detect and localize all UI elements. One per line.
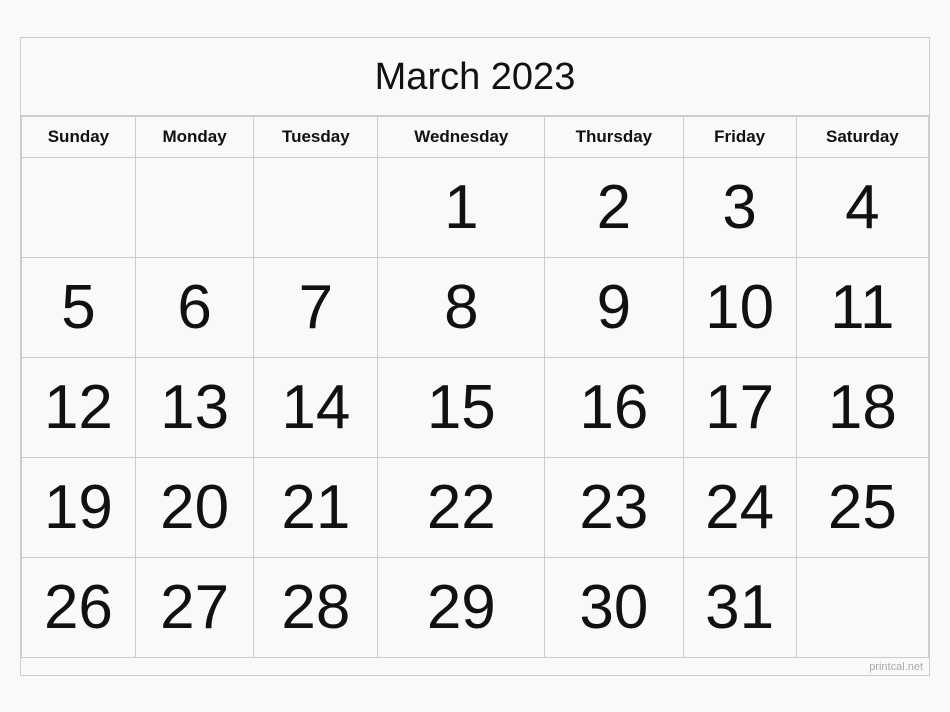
day-cell-13: 13 — [135, 357, 253, 457]
day-cell-7: 7 — [254, 257, 378, 357]
calendar-grid: SundayMondayTuesdayWednesdayThursdayFrid… — [21, 116, 929, 658]
day-header-tuesday: Tuesday — [254, 116, 378, 157]
day-cell-4: 4 — [796, 157, 928, 257]
day-header-monday: Monday — [135, 116, 253, 157]
week-row-0: 1234 — [22, 157, 929, 257]
day-header-wednesday: Wednesday — [378, 116, 545, 157]
day-cell-5: 5 — [22, 257, 136, 357]
day-cell-3: 3 — [683, 157, 796, 257]
day-cell-27: 27 — [135, 557, 253, 657]
day-cell-18: 18 — [796, 357, 928, 457]
day-cell-25: 25 — [796, 457, 928, 557]
day-header-saturday: Saturday — [796, 116, 928, 157]
week-row-2: 12131415161718 — [22, 357, 929, 457]
empty-cell — [254, 157, 378, 257]
day-cell-24: 24 — [683, 457, 796, 557]
day-cell-21: 21 — [254, 457, 378, 557]
day-cell-20: 20 — [135, 457, 253, 557]
day-cell-1: 1 — [378, 157, 545, 257]
day-cell-28: 28 — [254, 557, 378, 657]
day-cell-26: 26 — [22, 557, 136, 657]
day-cell-14: 14 — [254, 357, 378, 457]
day-header-sunday: Sunday — [22, 116, 136, 157]
week-row-4: 262728293031 — [22, 557, 929, 657]
day-cell-17: 17 — [683, 357, 796, 457]
day-cell-22: 22 — [378, 457, 545, 557]
day-cell-23: 23 — [545, 457, 683, 557]
calendar-container: March 2023 SundayMondayTuesdayWednesdayT… — [20, 37, 930, 676]
day-cell-29: 29 — [378, 557, 545, 657]
day-header-friday: Friday — [683, 116, 796, 157]
day-cell-16: 16 — [545, 357, 683, 457]
day-cell-12: 12 — [22, 357, 136, 457]
day-cell-2: 2 — [545, 157, 683, 257]
day-cell-30: 30 — [545, 557, 683, 657]
calendar-title: March 2023 — [21, 38, 929, 116]
week-row-3: 19202122232425 — [22, 457, 929, 557]
empty-cell — [796, 557, 928, 657]
days-of-week-row: SundayMondayTuesdayWednesdayThursdayFrid… — [22, 116, 929, 157]
week-row-1: 567891011 — [22, 257, 929, 357]
empty-cell — [22, 157, 136, 257]
day-header-thursday: Thursday — [545, 116, 683, 157]
day-cell-15: 15 — [378, 357, 545, 457]
day-cell-9: 9 — [545, 257, 683, 357]
day-cell-8: 8 — [378, 257, 545, 357]
day-cell-11: 11 — [796, 257, 928, 357]
empty-cell — [135, 157, 253, 257]
day-cell-31: 31 — [683, 557, 796, 657]
day-cell-19: 19 — [22, 457, 136, 557]
watermark: printcal.net — [21, 658, 929, 675]
day-cell-10: 10 — [683, 257, 796, 357]
day-cell-6: 6 — [135, 257, 253, 357]
